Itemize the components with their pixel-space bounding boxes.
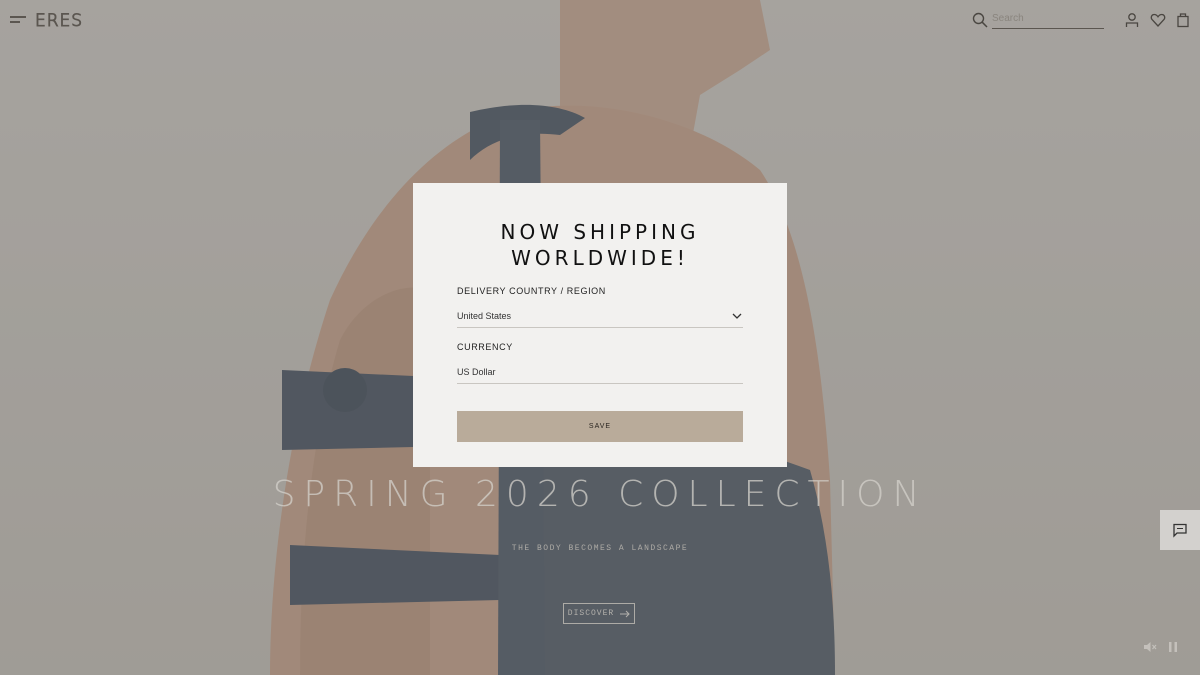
currency-label: CURRENCY [457,342,513,352]
pause-icon[interactable] [1166,640,1180,654]
speaker-mute-icon[interactable] [1143,640,1157,654]
logo-text: ERES [35,11,83,31]
currency-value: US Dollar [457,367,496,377]
chat-bubble-icon [1173,523,1187,538]
page: ERES SPRING 2026 COLLECTION THE BODY BEC… [0,0,1200,675]
bag-icon[interactable] [1175,12,1191,28]
country-value: United States [457,311,512,321]
hero-title: SPRING 2026 COLLECTION [272,474,928,515]
search-icon[interactable] [972,12,988,28]
currency-field[interactable]: US Dollar [457,361,743,384]
chevron-down-icon [732,313,742,319]
hero-subtitle: THE BODY BECOMES A LANDSCAPE [511,544,689,553]
discover-label: DISCOVER [567,609,615,618]
save-button[interactable]: SAVE [457,411,743,442]
country-label: DELIVERY COUNTRY / REGION [457,286,606,296]
chat-button[interactable] [1160,510,1200,550]
site-header: ERES [0,0,1200,40]
country-select[interactable]: United States [457,305,743,328]
account-icon[interactable] [1124,12,1140,28]
modal-title: NOW SHIPPING WORLDWIDE! [500,220,700,270]
logo[interactable]: ERES [35,9,85,32]
arrow-right-icon [620,610,630,617]
search-input[interactable] [992,10,1104,29]
discover-button[interactable]: DISCOVER [563,603,635,624]
menu-icon[interactable] [10,14,26,26]
wishlist-heart-icon[interactable] [1150,12,1166,28]
shipping-modal: NOW SHIPPING WORLDWIDE! DELIVERY COUNTRY… [413,183,787,467]
